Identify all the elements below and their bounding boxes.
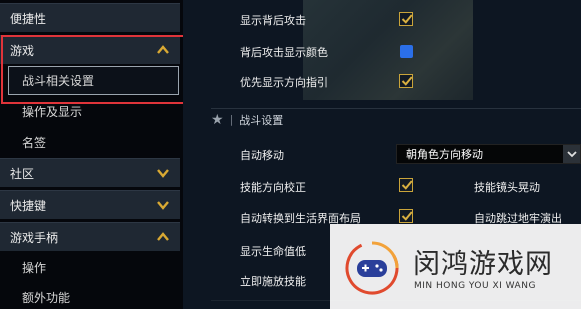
setting-label: 背后攻击显示颜色 — [240, 46, 328, 59]
watermark-subtitle: MIN HONG YOU XI WANG — [414, 281, 536, 291]
sidebar-item-label: 操作 — [22, 261, 47, 275]
sidebar-item-gamepad-controls[interactable]: 操作 — [0, 253, 180, 282]
check-icon — [401, 76, 413, 86]
auto-move-dropdown[interactable]: 朝角色方向移动 — [396, 144, 581, 164]
watermark-title: 闵鸿游戏网 — [413, 249, 553, 280]
sidebar-item-community[interactable]: 社区 — [0, 158, 180, 187]
sidebar-item-label: 游戏手柄 — [10, 230, 59, 245]
check-icon — [401, 180, 413, 190]
direction-guide-checkbox[interactable] — [399, 74, 413, 88]
background-game-scene — [303, 0, 473, 100]
auto-switch-life-ui-checkbox[interactable] — [399, 209, 413, 223]
section-divider: | — [229, 113, 234, 126]
back-attack-color-swatch[interactable] — [400, 45, 413, 58]
sidebar-item-hotkeys[interactable]: 快捷键 — [0, 190, 180, 219]
setting-label: 显示背后攻击 — [240, 14, 306, 27]
sidebar-item-label: 名签 — [22, 136, 47, 150]
sidebar-item-gamepad[interactable]: 游戏手柄 — [0, 222, 180, 251]
section-header-combat: ★ | 战斗设置 — [211, 108, 581, 130]
setting-label: 技能镜头晃动 — [474, 181, 540, 194]
chevron-down-icon — [563, 145, 580, 163]
check-icon — [401, 211, 413, 221]
show-back-attack-checkbox[interactable] — [399, 12, 413, 26]
site-watermark: 闵鸿游戏网 MIN HONG YOU XI WANG — [330, 224, 581, 309]
sidebar-item-extra-features[interactable]: 额外功能 — [0, 283, 180, 309]
sidebar-item-label: 快捷键 — [10, 198, 47, 213]
chevron-down-icon — [157, 169, 169, 178]
check-icon — [401, 14, 413, 24]
chevron-down-icon — [157, 201, 169, 210]
gamepad-logo-icon — [345, 241, 399, 295]
sidebar-item-label: 操作及显示 — [22, 105, 83, 119]
sidebar-item-label: 额外功能 — [22, 291, 71, 305]
setting-label: 立即施放技能 — [240, 275, 306, 288]
sidebar-item-label: 便捷性 — [10, 11, 47, 26]
skill-direction-fix-checkbox[interactable] — [399, 178, 413, 192]
sidebar-item-label: 社区 — [10, 166, 35, 181]
section-title: 战斗设置 — [239, 113, 284, 127]
chevron-up-icon — [157, 232, 169, 241]
setting-label: 自动移动 — [240, 149, 284, 162]
sidebar-item-name-tag[interactable]: 名签 — [0, 128, 180, 157]
setting-label: 优先显示方向指引 — [240, 76, 328, 89]
star-icon: ★ — [211, 111, 224, 128]
setting-label: 显示生命值低 — [240, 245, 306, 258]
annotation-highlight-box — [1, 35, 186, 104]
setting-label: 技能方向校正 — [240, 181, 306, 194]
dropdown-value: 朝角色方向移动 — [406, 148, 483, 161]
sidebar-item-convenience[interactable]: 便捷性 — [0, 3, 180, 32]
